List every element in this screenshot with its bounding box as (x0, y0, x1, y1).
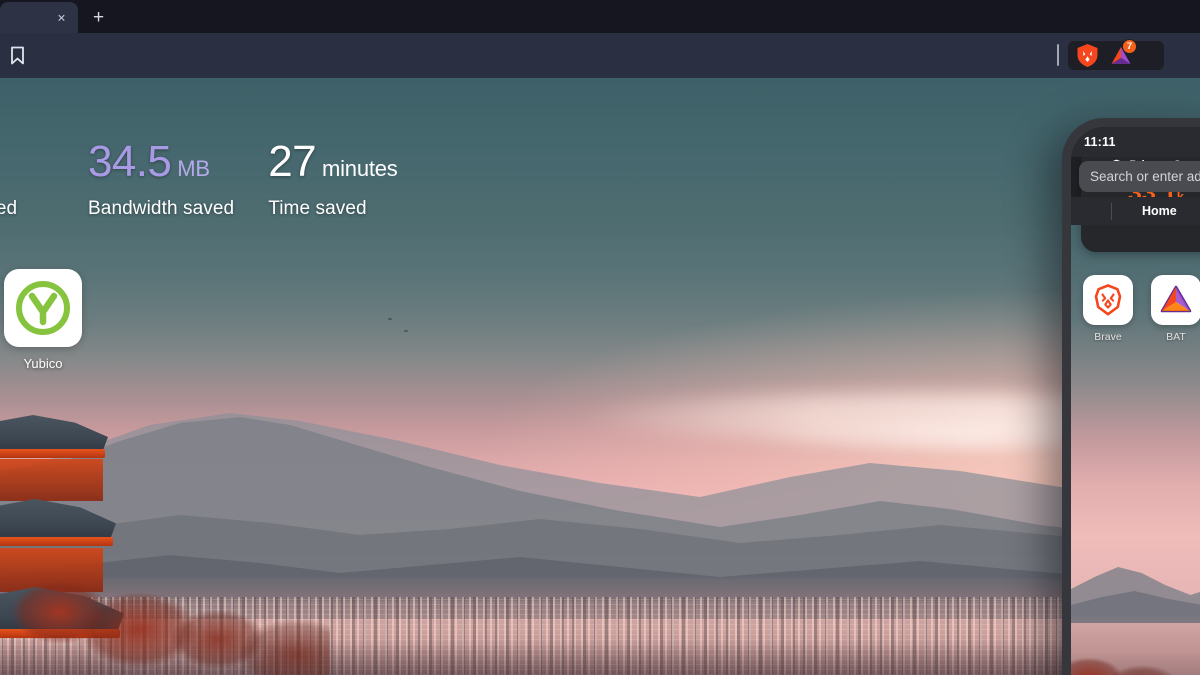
bat-rewards-icon[interactable]: 7 (1107, 39, 1137, 69)
phone-tab-bar: Home (1071, 197, 1200, 225)
phone-top-sites: Brave BAT (1083, 275, 1200, 343)
stat-time-label: Time saved (268, 198, 367, 219)
yubico-icon[interactable] (4, 269, 82, 347)
phone-mountain-ridge (1071, 567, 1200, 623)
stat-blocked-label: ocked (0, 198, 18, 219)
browser-tab[interactable]: × (0, 2, 78, 33)
bird-speck (388, 318, 392, 320)
new-tab-wallpaper: ocked 34.5 MB Bandwidth saved 27 minutes… (0, 78, 1200, 675)
rewards-badge-count: 7 (1122, 39, 1137, 54)
pagoda-body-1 (0, 459, 103, 501)
extension-buttons: 7 (1068, 39, 1164, 70)
privacy-stats-row: ocked 34.5 MB Bandwidth saved 27 minutes… (0, 140, 620, 220)
phone-tile-label: BAT (1166, 331, 1186, 343)
browser-toolbar (0, 33, 1200, 78)
stat-blocked: ocked (0, 140, 84, 220)
stat-time-saved: 27 minutes Time saved (268, 137, 398, 220)
phone-address-bar[interactable]: Search or enter add (1079, 161, 1200, 192)
brave-lion-icon[interactable] (1083, 275, 1133, 325)
new-tab-button[interactable]: + (86, 7, 111, 29)
bat-triangle-icon[interactable] (1151, 275, 1200, 325)
bookmark-icon[interactable] (6, 44, 28, 66)
stat-bandwidth-value: 34.5 (88, 137, 172, 186)
tab-strip: × + (0, 0, 1200, 33)
top-site-yubico[interactable]: Yubico (0, 269, 86, 371)
stat-bandwidth-saved: 34.5 MB Bandwidth saved (88, 140, 234, 220)
stat-time-unit: minutes (321, 156, 398, 181)
top-site-label: Yubico (23, 356, 63, 371)
browser-window: ocked 34.5 MB Bandwidth saved 27 minutes… (0, 0, 1200, 675)
phone-status-bar: 11:11 (1071, 127, 1200, 157)
phone-tab-home[interactable]: Home (1142, 204, 1177, 218)
stat-time-value: 27 (268, 137, 316, 186)
phone-mockup: 11:11 Search or enter add Home 33.1 Brav… (1062, 118, 1200, 675)
stat-bandwidth-unit: MB (177, 156, 210, 181)
phone-foliage (1071, 629, 1200, 675)
phone-tile-brave[interactable]: Brave (1083, 275, 1133, 343)
close-icon[interactable]: × (53, 9, 70, 26)
phone-tile-label: Brave (1094, 331, 1122, 343)
phone-clock: 11:11 (1084, 135, 1116, 149)
brave-shields-icon[interactable] (1074, 42, 1101, 69)
phone-tile-bat[interactable]: BAT (1151, 275, 1200, 343)
toolbar-divider (1057, 44, 1059, 66)
autumn-foliage (0, 525, 330, 675)
pagoda-roof-tier-1 (0, 415, 108, 458)
phone-address-placeholder: Search or enter add (1090, 169, 1200, 184)
phone-screen: 11:11 Search or enter add Home 33.1 Brav… (1071, 127, 1200, 675)
stat-bandwidth-label: Bandwidth saved (88, 198, 235, 219)
phone-tab-divider (1111, 202, 1112, 220)
